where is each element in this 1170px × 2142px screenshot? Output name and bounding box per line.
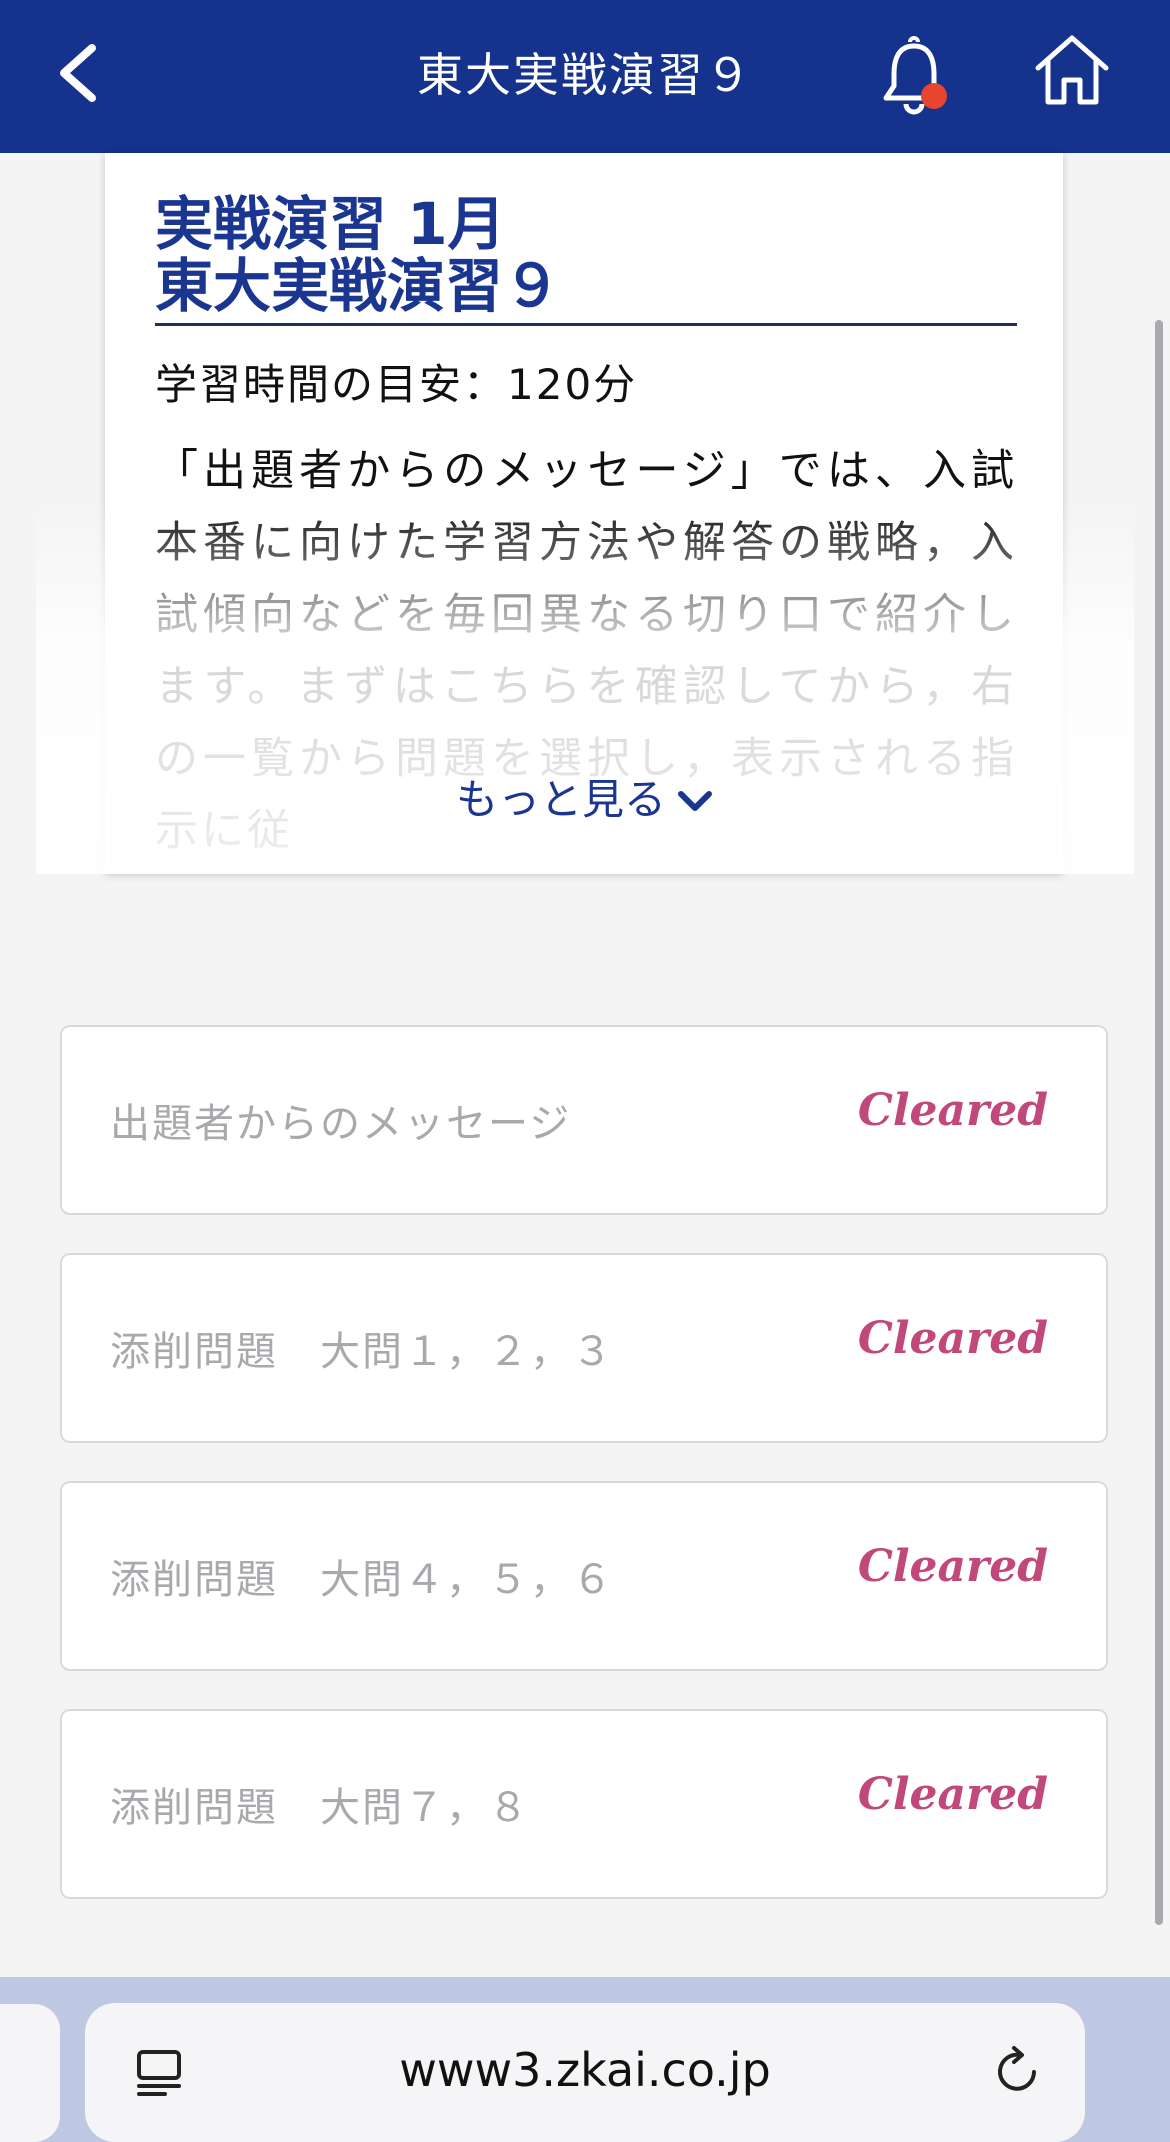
item-label: 添削問題 大問７，８	[110, 1785, 530, 1831]
item-label: 出題者からのメッセージ	[110, 1101, 572, 1147]
previous-tab[interactable]	[0, 2004, 60, 2142]
list-item-problem-7-8[interactable]: 添削問題 大問７，８ Cleared	[60, 1709, 1108, 1899]
show-more-button[interactable]: もっと見る	[0, 766, 1170, 827]
reload-icon[interactable]	[990, 2044, 1046, 2100]
status-badge: Cleared	[857, 1541, 1048, 1592]
bell-icon	[883, 36, 945, 115]
address-bar[interactable]: www3.zkai.co.jp	[85, 2003, 1085, 2142]
study-time: 学習時間の目安：120分	[155, 360, 638, 409]
list-item-problem-4-6[interactable]: 添削問題 大問４，５，６ Cleared	[60, 1481, 1108, 1671]
list-item-problem-1-3[interactable]: 添削問題 大問１，２，３ Cleared	[60, 1253, 1108, 1443]
status-badge: Cleared	[857, 1085, 1048, 1136]
status-badge: Cleared	[857, 1769, 1048, 1820]
scrollbar[interactable]	[1155, 320, 1163, 1925]
status-badge: Cleared	[857, 1313, 1048, 1364]
page-title: 東大実戦演習９	[417, 48, 753, 102]
notification-badge	[921, 83, 947, 109]
intro-title-line2: 東大実戦演習９	[155, 252, 562, 320]
home-icon	[1035, 35, 1109, 105]
notification-button[interactable]	[872, 30, 962, 120]
url-text: www3.zkai.co.jp	[399, 2043, 771, 2097]
intro-title-line1: 実戦演習 1月	[155, 190, 506, 258]
item-label: 添削問題 大問１，２，３	[110, 1329, 614, 1375]
app-header: 東大実戦演習９	[0, 0, 1170, 153]
intro-title: 実戦演習 1月 東大実戦演習９	[155, 193, 1017, 326]
list-item-message[interactable]: 出題者からのメッセージ Cleared	[60, 1025, 1108, 1215]
browser-toolbar: www3.zkai.co.jp	[0, 1977, 1170, 2142]
home-button[interactable]	[1032, 30, 1112, 110]
show-more-label: もっと見る	[455, 775, 666, 824]
item-label: 添削問題 大問４，５，６	[110, 1557, 614, 1603]
chevron-down-icon	[676, 778, 714, 827]
